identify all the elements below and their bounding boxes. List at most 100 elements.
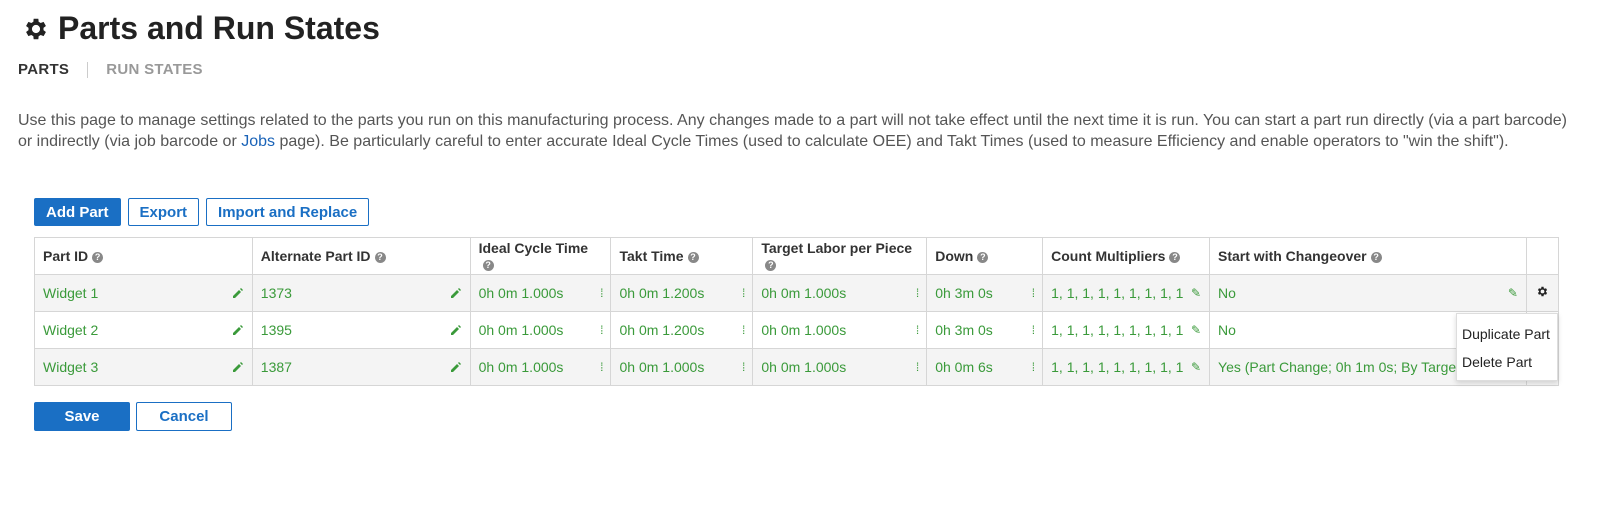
help-icon[interactable]: ?: [687, 252, 699, 263]
cancel-button[interactable]: Cancel: [136, 402, 232, 431]
down-value: 0h 3m 0s: [935, 285, 993, 301]
header-alternate-part-id: Alternate Part ID?: [251, 237, 471, 275]
multipliers-cell[interactable]: 1, 1, 1, 1, 1, 1, 1, 1, 1 ✎: [1042, 274, 1211, 312]
spinner-icon[interactable]: ⁞: [742, 286, 746, 300]
save-button[interactable]: Save: [34, 402, 130, 431]
duplicate-part-menu-item[interactable]: Duplicate Part: [1457, 320, 1557, 348]
down-cell[interactable]: 0h 0m 6s ⁞: [926, 348, 1044, 386]
spinner-icon[interactable]: ⁞: [916, 360, 920, 374]
description-text-end: page). Be particularly careful to enter …: [275, 133, 1509, 150]
gear-icon[interactable]: [1536, 285, 1549, 298]
part-id-cell[interactable]: Widget 1: [34, 274, 253, 312]
row-actions-menu: Duplicate Part Delete Part: [1456, 313, 1558, 381]
help-icon[interactable]: ?: [92, 252, 104, 263]
ideal-cycle-cell[interactable]: 0h 0m 1.000s ⁞: [469, 311, 612, 349]
spinner-icon[interactable]: ⁞: [1032, 360, 1036, 374]
header-count-multipliers: Count Multipliers?: [1042, 237, 1211, 275]
row-actions-cell[interactable]: [1525, 274, 1560, 312]
multipliers-cell[interactable]: 1, 1, 1, 1, 1, 1, 1, 1, 1 ✎: [1042, 348, 1211, 386]
labor-value: 0h 0m 1.000s: [761, 285, 847, 301]
down-value: 0h 0m 6s: [935, 359, 993, 375]
gear-icon: [26, 18, 46, 39]
header-down: Down?: [926, 237, 1044, 275]
jobs-link[interactable]: Jobs: [241, 133, 275, 150]
takt-value: 0h 0m 1.200s: [619, 285, 705, 301]
pencil-icon[interactable]: [450, 287, 462, 299]
tab-divider: [87, 61, 89, 78]
spinner-icon[interactable]: ⁞: [600, 286, 604, 300]
edit-icon[interactable]: ✎: [1191, 286, 1201, 300]
page-description: Use this page to manage settings related…: [18, 110, 1583, 152]
spinner-icon[interactable]: ⁞: [742, 360, 746, 374]
part-id-cell[interactable]: Widget 2: [34, 311, 253, 349]
tab-run-states[interactable]: RUN STATES: [106, 61, 203, 78]
multipliers-value: 1, 1, 1, 1, 1, 1, 1, 1, 1: [1051, 322, 1184, 338]
takt-cell[interactable]: 0h 0m 1.000s ⁞: [610, 348, 754, 386]
labor-cell[interactable]: 0h 0m 1.000s ⁞: [752, 348, 928, 386]
changeover-value: Yes (Part Change; 0h 1m 0s; By Target Ti: [1218, 359, 1475, 375]
takt-value: 0h 0m 1.000s: [619, 359, 705, 375]
spinner-icon[interactable]: ⁞: [916, 286, 920, 300]
pencil-icon[interactable]: [232, 324, 244, 336]
spinner-icon[interactable]: ⁞: [1032, 323, 1036, 337]
edit-icon[interactable]: ✎: [1191, 360, 1201, 374]
table-row: Widget 1 1373 0h 0m 1.000s ⁞ 0h 0m 1.200s…: [34, 274, 1560, 312]
pencil-icon[interactable]: [232, 287, 244, 299]
delete-part-menu-item[interactable]: Delete Part: [1457, 348, 1557, 376]
help-icon[interactable]: ?: [1370, 252, 1382, 263]
down-cell[interactable]: 0h 3m 0s ⁞: [926, 311, 1044, 349]
alt-id-cell[interactable]: 1387: [251, 348, 471, 386]
table-header-row: Part ID? Alternate Part ID? Ideal Cycle …: [34, 237, 1560, 275]
spinner-icon[interactable]: ⁞: [600, 360, 604, 374]
alt-id-cell[interactable]: 1373: [251, 274, 471, 312]
help-icon[interactable]: ?: [482, 260, 494, 271]
part-id-value: Widget 3: [43, 359, 99, 375]
changeover-value: No: [1218, 285, 1236, 301]
pencil-icon[interactable]: [450, 324, 462, 336]
down-value: 0h 3m 0s: [935, 322, 993, 338]
help-icon[interactable]: ?: [1169, 252, 1181, 263]
page-title-text: Parts and Run States: [58, 10, 380, 46]
spinner-icon[interactable]: ⁞: [600, 323, 604, 337]
multipliers-value: 1, 1, 1, 1, 1, 1, 1, 1, 1: [1051, 359, 1184, 375]
edit-icon[interactable]: ✎: [1508, 286, 1518, 300]
ideal-cycle-value: 0h 0m 1.000s: [478, 285, 564, 301]
toolbar: Add Part Export Import and Replace: [34, 198, 370, 226]
tab-parts[interactable]: PARTS: [18, 61, 69, 78]
ideal-cycle-cell[interactable]: 0h 0m 1.000s ⁞: [469, 348, 612, 386]
multipliers-cell[interactable]: 1, 1, 1, 1, 1, 1, 1, 1, 1 ✎: [1042, 311, 1211, 349]
parts-table: Part ID? Alternate Part ID? Ideal Cycle …: [34, 237, 1560, 386]
help-icon[interactable]: ?: [374, 252, 386, 263]
part-id-cell[interactable]: Widget 3: [34, 348, 253, 386]
header-takt-time: Takt Time?: [610, 237, 754, 275]
table-row: Widget 3 1387 0h 0m 1.000s ⁞ 0h 0m 1.000s…: [34, 348, 1560, 386]
labor-cell[interactable]: 0h 0m 1.000s ⁞: [752, 274, 928, 312]
spinner-icon[interactable]: ⁞: [742, 323, 746, 337]
ideal-cycle-value: 0h 0m 1.000s: [478, 359, 564, 375]
takt-cell[interactable]: 0h 0m 1.200s ⁞: [610, 274, 754, 312]
pencil-icon[interactable]: [450, 361, 462, 373]
part-id-value: Widget 1: [43, 285, 99, 301]
down-cell[interactable]: 0h 3m 0s ⁞: [926, 274, 1044, 312]
import-and-replace-button[interactable]: Import and Replace: [206, 198, 370, 226]
spinner-icon[interactable]: ⁞: [916, 323, 920, 337]
alt-id-value: 1387: [260, 359, 292, 375]
pencil-icon[interactable]: [232, 361, 244, 373]
help-icon[interactable]: ?: [977, 252, 989, 263]
takt-cell[interactable]: 0h 0m 1.200s ⁞: [610, 311, 754, 349]
header-ideal-cycle-time: Ideal Cycle Time?: [469, 237, 612, 275]
header-start-with-changeover: Start with Changeover?: [1209, 237, 1527, 275]
part-id-value: Widget 2: [43, 322, 99, 338]
help-icon[interactable]: ?: [765, 260, 777, 271]
ideal-cycle-cell[interactable]: 0h 0m 1.000s ⁞: [469, 274, 612, 312]
labor-cell[interactable]: 0h 0m 1.000s ⁞: [752, 311, 928, 349]
ideal-cycle-value: 0h 0m 1.000s: [478, 322, 564, 338]
add-part-button[interactable]: Add Part: [34, 198, 121, 226]
edit-icon[interactable]: ✎: [1191, 323, 1201, 337]
alt-id-cell[interactable]: 1395: [251, 311, 471, 349]
table-row: Widget 2 1395 0h 0m 1.000s ⁞ 0h 0m 1.200s…: [34, 311, 1560, 349]
spinner-icon[interactable]: ⁞: [1032, 286, 1036, 300]
header-part-id: Part ID?: [34, 237, 253, 275]
export-button[interactable]: Export: [127, 198, 200, 226]
changeover-cell[interactable]: No ✎: [1209, 274, 1527, 312]
